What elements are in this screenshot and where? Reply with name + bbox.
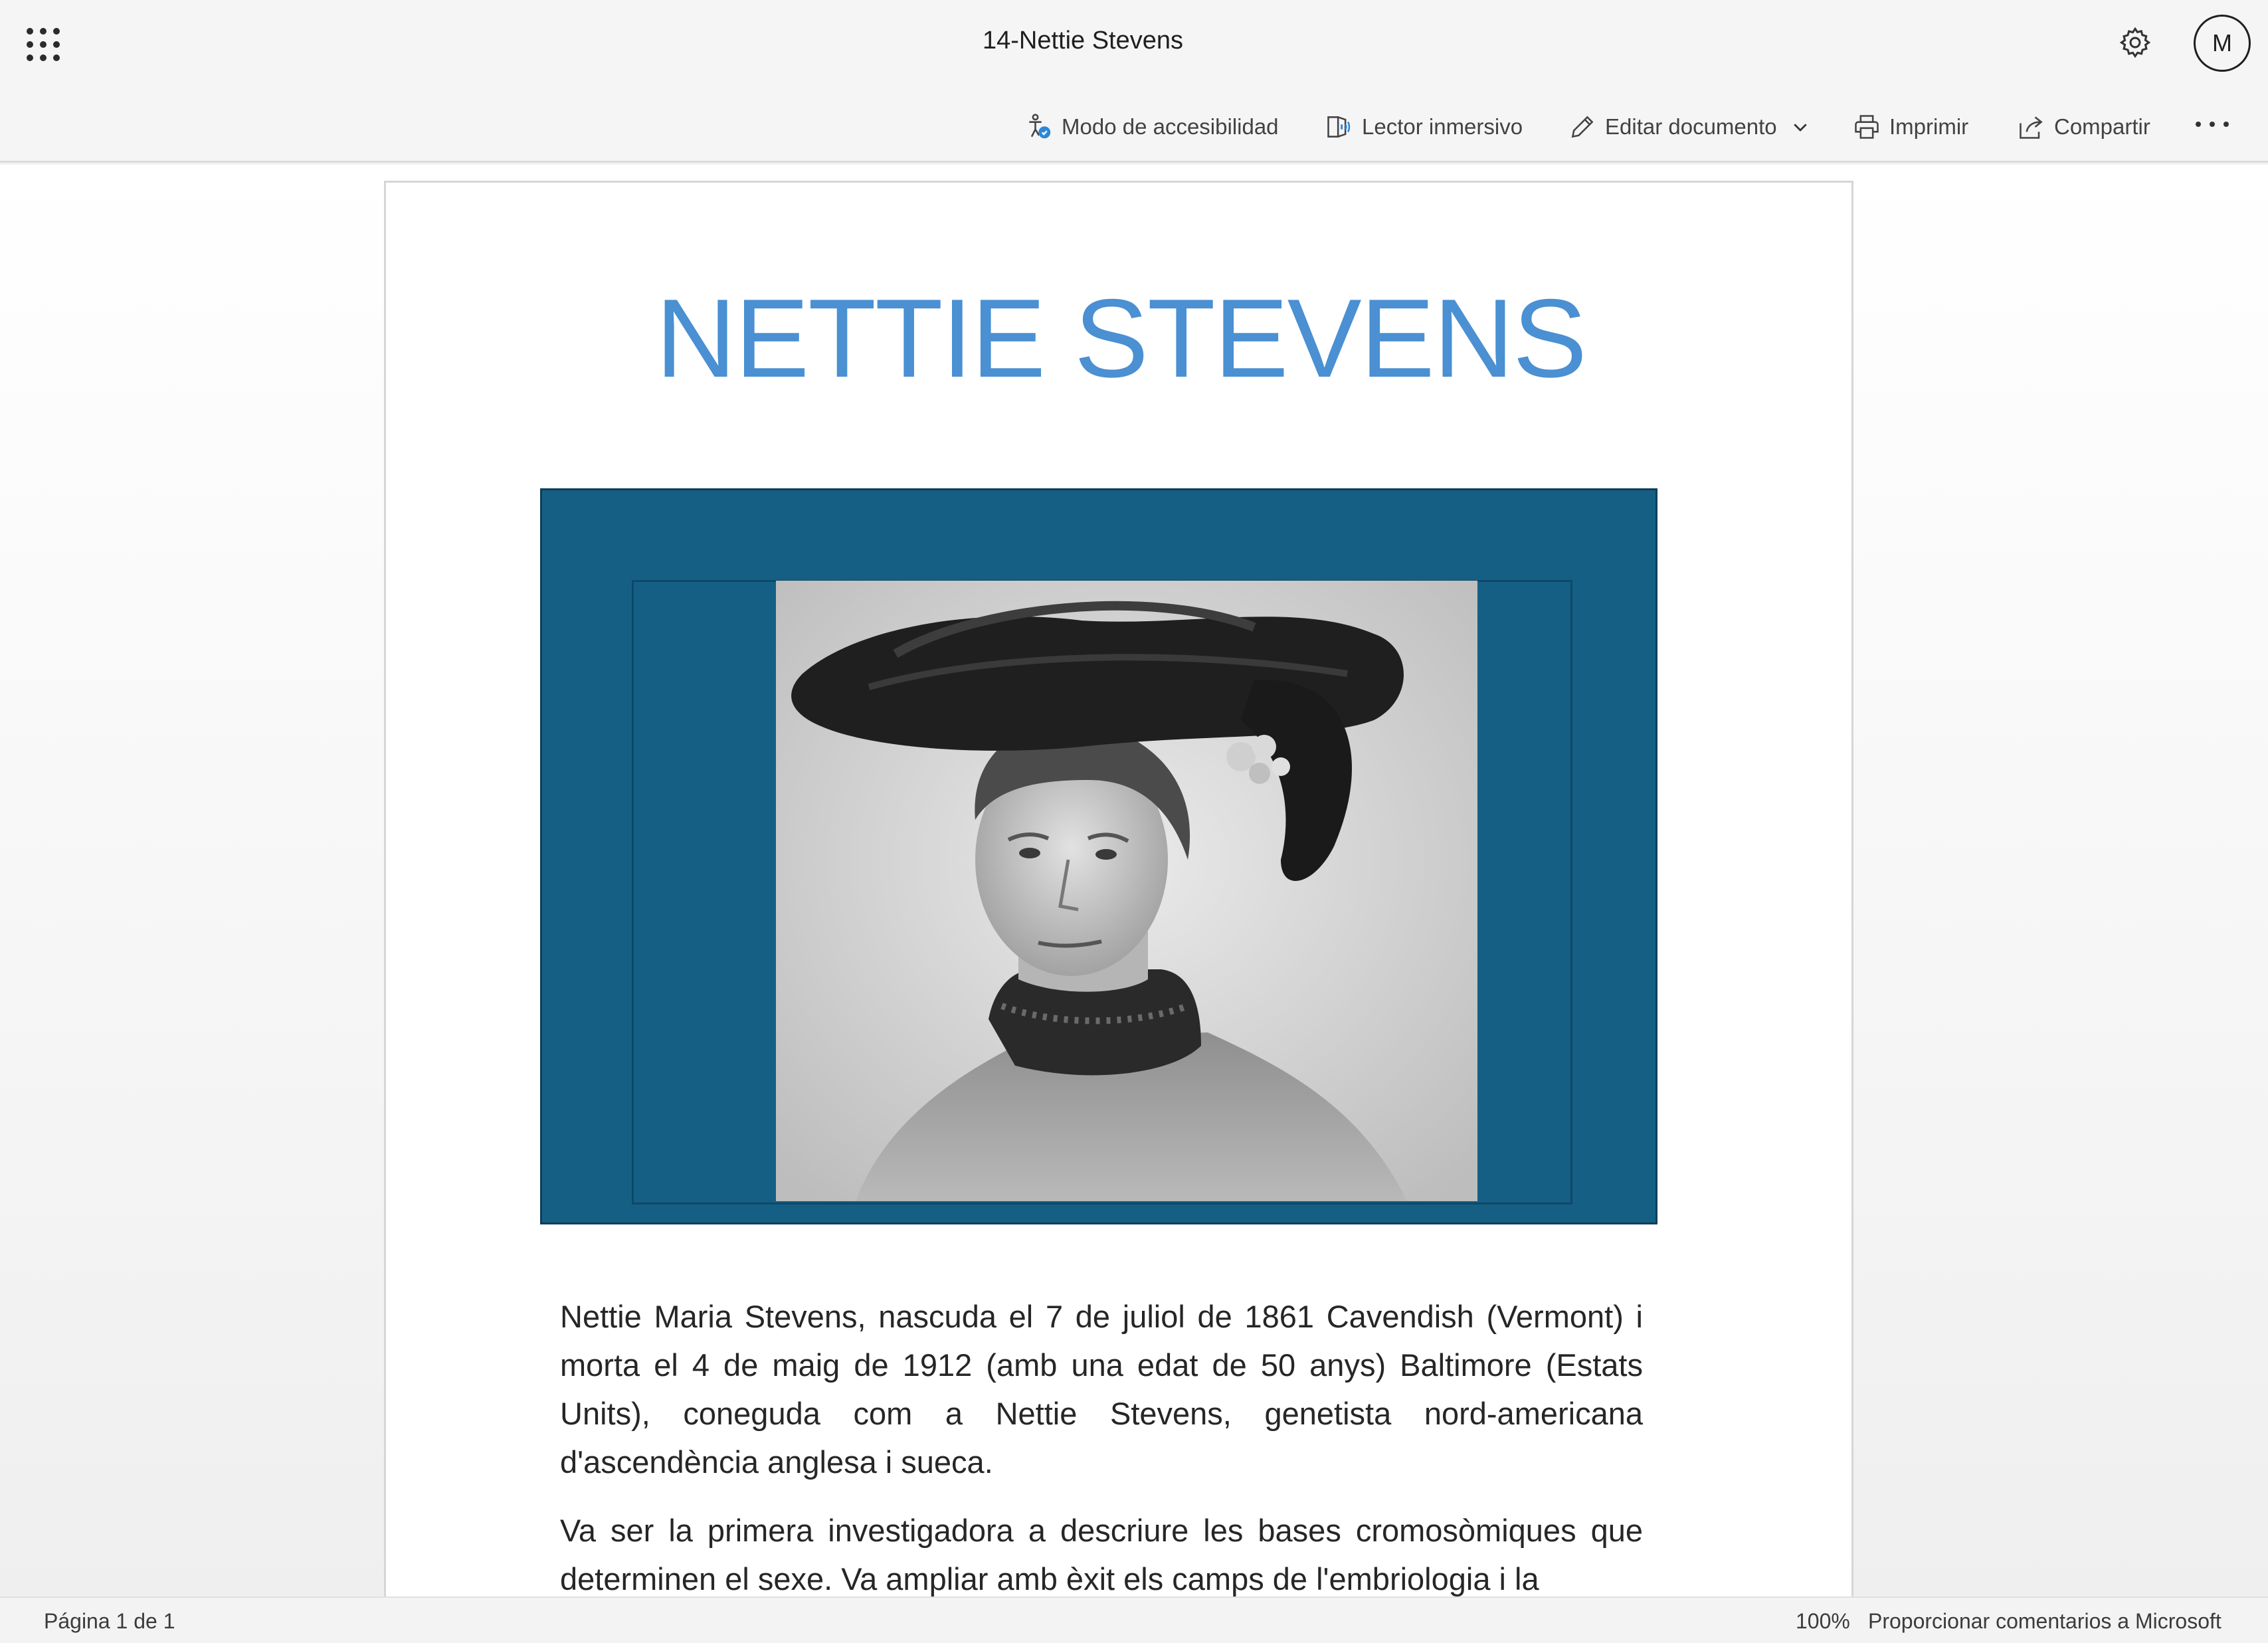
gear-icon[interactable] xyxy=(2118,25,2152,60)
avatar-initial: M xyxy=(2212,29,2232,56)
portrait-figure xyxy=(540,488,1657,1224)
feedback-link[interactable]: Proporcionar comentarios a Microsoft xyxy=(1868,1609,2221,1634)
avatar[interactable]: M xyxy=(2194,15,2251,72)
word-online-viewer: 14-Nettie Stevens M Modo de accesibilida… xyxy=(0,0,2268,1643)
pencil-icon xyxy=(1571,116,1594,138)
zoom-level[interactable]: 100% xyxy=(1796,1609,1850,1634)
paragraph: Nettie Maria Stevens, nascuda el 7 de ju… xyxy=(560,1299,1643,1480)
document-title: 14-Nettie Stevens xyxy=(982,27,1184,54)
document-canvas[interactable]: NETTIE STEVENS Nettie Maria Stevens, nas… xyxy=(0,165,2268,1596)
status-bar: Página 1 de 1 100% Proporcionar comentar… xyxy=(0,1596,2268,1643)
more-icon[interactable] xyxy=(2196,114,2229,134)
print-button[interactable]: Imprimir xyxy=(1852,106,1968,147)
edit-document-label: Editar documento xyxy=(1605,114,1777,139)
immersive-reader-button[interactable]: Lector inmersivo xyxy=(1325,106,1523,147)
document-heading: NETTIE STEVENS xyxy=(655,276,1587,401)
portrait-photo xyxy=(776,581,1477,1201)
paragraph: Va ser la primera investigadora a descri… xyxy=(560,1513,1643,1596)
top-bar: 14-Nettie Stevens M Modo de accesibilida… xyxy=(0,0,2268,163)
immersive-reader-label: Lector inmersivo xyxy=(1362,114,1523,139)
share-label: Compartir xyxy=(2054,114,2150,139)
share-button[interactable]: Compartir xyxy=(2017,106,2150,147)
printer-icon xyxy=(1855,115,1879,139)
accessibility-icon xyxy=(1029,114,1051,139)
command-bar: Modo de accesibilidad Lector inmersivo E… xyxy=(0,106,2268,147)
accessibility-mode-button[interactable]: Modo de accesibilidad xyxy=(1024,106,1279,147)
document-page: NETTIE STEVENS Nettie Maria Stevens, nas… xyxy=(384,181,1853,1596)
page-count: Página 1 de 1 xyxy=(44,1609,175,1633)
chevron-down-icon[interactable] xyxy=(1790,117,1810,137)
document-body: Nettie Maria Stevens, nascuda el 7 de ju… xyxy=(560,1292,1643,1596)
accessibility-mode-label: Modo de accesibilidad xyxy=(1062,114,1279,139)
edit-document-button[interactable]: Editar documento xyxy=(1568,106,1810,147)
share-icon xyxy=(2020,116,2043,139)
immersive-reader-icon xyxy=(1327,116,1351,138)
print-label: Imprimir xyxy=(1889,114,1969,139)
